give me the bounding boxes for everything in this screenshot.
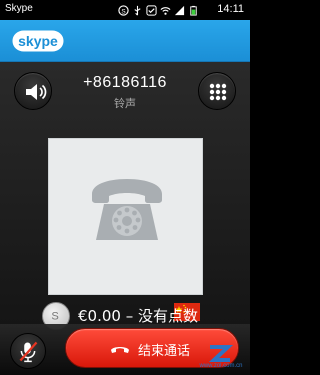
microphone-muted-icon (19, 341, 38, 363)
skype-icon: S (118, 4, 129, 16)
wifi-icon (160, 6, 171, 15)
speaker-button[interactable] (14, 72, 52, 110)
phone-number: +86186116 (83, 74, 167, 91)
status-app-name: Skype (5, 3, 33, 14)
keypad-icon (209, 83, 227, 101)
call-panel: +86186116 铃声 S €0.00 – 没有点数 结束通话 www.zol… (0, 62, 250, 375)
skype-logo: skype (12, 30, 64, 52)
contact-avatar (48, 138, 203, 321)
speaker-icon (26, 84, 47, 100)
signal-icon (174, 5, 185, 15)
telephone-icon (92, 179, 162, 240)
status-bar: Skype S 14:11 (0, 0, 250, 20)
app-header: skype (0, 20, 250, 62)
svg-text:S: S (121, 8, 125, 15)
zol-logo (208, 345, 234, 362)
check-icon (146, 4, 157, 16)
zol-watermark: www.zol.com.cn (198, 344, 244, 372)
svg-text:skype: skype (18, 33, 58, 49)
end-call-label: 结束通话 (138, 344, 191, 359)
hang-up-icon (111, 347, 129, 353)
status-icons: S (118, 3, 199, 17)
status-time: 14:11 (217, 3, 244, 15)
watermark-text: www.zol.com.cn (199, 363, 243, 369)
svg-text:S: S (51, 311, 58, 323)
call-status: 铃声 (114, 97, 136, 110)
usb-icon (134, 5, 141, 15)
credit-balance: €0.00 – 没有点数 (78, 307, 198, 325)
mute-button[interactable] (10, 333, 46, 369)
keypad-button[interactable] (198, 72, 236, 110)
battery-icon (190, 5, 197, 16)
